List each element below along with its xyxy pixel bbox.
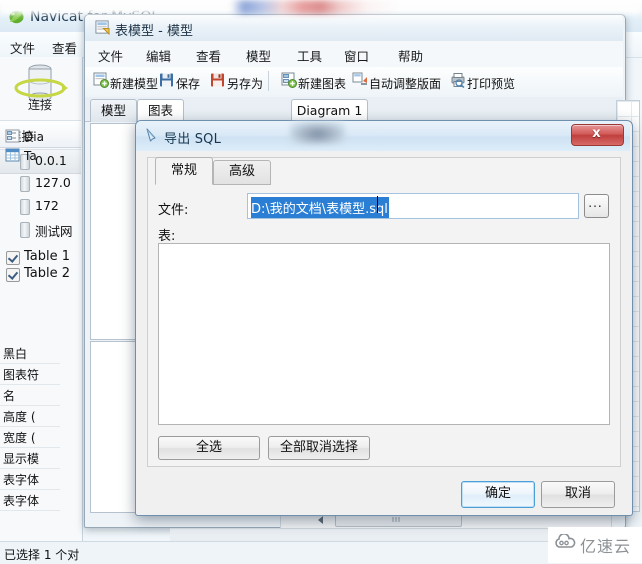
connection-button-label: 连接 xyxy=(27,98,52,112)
checkbox-checked-icon[interactable] xyxy=(6,268,20,282)
model-window-icon xyxy=(95,20,110,35)
toolbar-save[interactable]: 保存 xyxy=(176,75,200,92)
database-icon xyxy=(20,222,30,238)
table-name: Table 1 xyxy=(24,249,71,264)
property-row[interactable]: 高度 ( xyxy=(0,405,60,427)
property-label: 表字体 xyxy=(3,473,40,487)
model-menu-help[interactable]: 帮助 xyxy=(398,46,423,65)
save-icon xyxy=(160,73,173,87)
property-label: 高度 ( xyxy=(3,410,36,424)
property-row[interactable]: 黑白 xyxy=(0,342,60,364)
model-bottom-strip xyxy=(170,528,610,542)
table-list-item-1[interactable]: Table 2 xyxy=(6,266,126,283)
toolbar-new-diagram[interactable]: 新建图表 xyxy=(298,75,346,92)
model-menu-window[interactable]: 窗口 xyxy=(344,46,369,65)
property-row[interactable]: 图表符 xyxy=(0,363,60,385)
file-path-value: D:\我的文档\表模型.sql xyxy=(251,197,389,218)
dialog-tab-advanced[interactable]: 高级 xyxy=(213,160,271,185)
dialog-tab-general[interactable]: 常规 xyxy=(155,157,213,185)
property-label: 黑白 xyxy=(3,347,28,361)
model-menu-view[interactable]: 查看 xyxy=(196,46,221,65)
property-row[interactable]: 表字体 xyxy=(0,489,60,511)
tree-item-table[interactable]: Ta xyxy=(4,147,58,165)
property-row[interactable]: 宽度 ( xyxy=(0,426,60,448)
tree-item-label: Dia xyxy=(24,130,44,144)
export-sql-icon xyxy=(146,128,156,142)
tree-item-diagram[interactable]: Dia xyxy=(4,128,58,146)
dialog-title: 导出 SQL xyxy=(164,132,222,147)
app-menu-file[interactable]: 文件 xyxy=(10,38,35,57)
new-model-icon xyxy=(93,72,109,88)
scrollbar-grip-icon xyxy=(392,517,400,522)
new-diagram-icon xyxy=(281,72,297,88)
table-list[interactable] xyxy=(158,243,610,425)
property-row[interactable]: 显示模 xyxy=(0,447,60,469)
table-icon xyxy=(5,148,20,162)
top-blur-strip xyxy=(0,0,642,14)
text-caret xyxy=(377,196,378,213)
model-menu-tools[interactable]: 工具 xyxy=(297,46,322,65)
close-button-label: x xyxy=(592,126,601,141)
model-menu-model[interactable]: 模型 xyxy=(246,46,271,65)
tree-item-label: Ta xyxy=(24,149,37,163)
print-preview-icon xyxy=(451,73,465,88)
dialog-titlebar-blur-artifact xyxy=(290,122,345,144)
diagram-icon xyxy=(5,129,20,143)
toolbar-auto-layout[interactable]: 自动调整版面 xyxy=(369,75,441,92)
watermark-text: 亿速云 xyxy=(580,537,632,556)
model-menu-edit[interactable]: 编辑 xyxy=(146,46,171,65)
property-label: 图表符 xyxy=(3,368,40,382)
ok-button[interactable]: 确定 xyxy=(461,481,535,508)
property-label: 显示模 xyxy=(3,452,40,466)
toolbar-print-preview[interactable]: 打印预览 xyxy=(467,75,515,92)
database-icon xyxy=(20,176,30,192)
checkbox-checked-icon[interactable] xyxy=(6,251,20,265)
table-list-item-0[interactable]: Table 1 xyxy=(6,249,126,266)
toolbar-new-model[interactable]: 新建模型 xyxy=(110,75,158,92)
browse-button-label: ... xyxy=(588,196,603,210)
connection-label: 172 xyxy=(35,198,59,213)
property-row[interactable]: 名 xyxy=(0,384,60,406)
connection-label: 测试网 xyxy=(35,224,73,239)
connection-item-1[interactable]: 127.0 xyxy=(0,172,81,195)
connection-item-3[interactable]: 测试网 xyxy=(0,218,81,241)
file-label: 文件: xyxy=(158,203,189,218)
model-menu-file[interactable]: 文件 xyxy=(98,46,123,65)
property-row[interactable]: 表字体 xyxy=(0,468,60,490)
tables-label: 表: xyxy=(158,229,176,244)
database-icon xyxy=(20,199,30,215)
property-label: 名 xyxy=(3,389,16,403)
save-as-icon xyxy=(211,73,224,87)
app-menu-view[interactable]: 查看 xyxy=(52,38,77,57)
property-label: 表字体 xyxy=(3,494,40,508)
model-window-title: 表模型 - 模型 xyxy=(115,24,193,39)
toolbar-separator xyxy=(268,71,269,91)
auto-layout-icon xyxy=(352,72,367,85)
connection-item-2[interactable]: 172 xyxy=(0,195,81,218)
property-label: 宽度 ( xyxy=(3,431,36,445)
cloud-logo-icon xyxy=(555,534,576,548)
connection-label: 127.0 xyxy=(35,175,71,190)
table-name: Table 2 xyxy=(24,266,71,281)
status-bar xyxy=(0,541,642,564)
tab-diagram-1[interactable]: Diagram 1 xyxy=(291,99,368,122)
unselect-all-button[interactable]: 全部取消选择 xyxy=(268,436,370,460)
select-all-button[interactable]: 全选 xyxy=(158,436,260,460)
toolbar-save-as[interactable]: 另存为 xyxy=(227,75,263,92)
tab-model[interactable]: 模型 xyxy=(90,99,137,122)
cancel-button[interactable]: 取消 xyxy=(541,481,615,508)
status-text: 已选择 1 个对 xyxy=(4,548,80,562)
scroll-left-arrow-icon[interactable] xyxy=(318,516,323,524)
